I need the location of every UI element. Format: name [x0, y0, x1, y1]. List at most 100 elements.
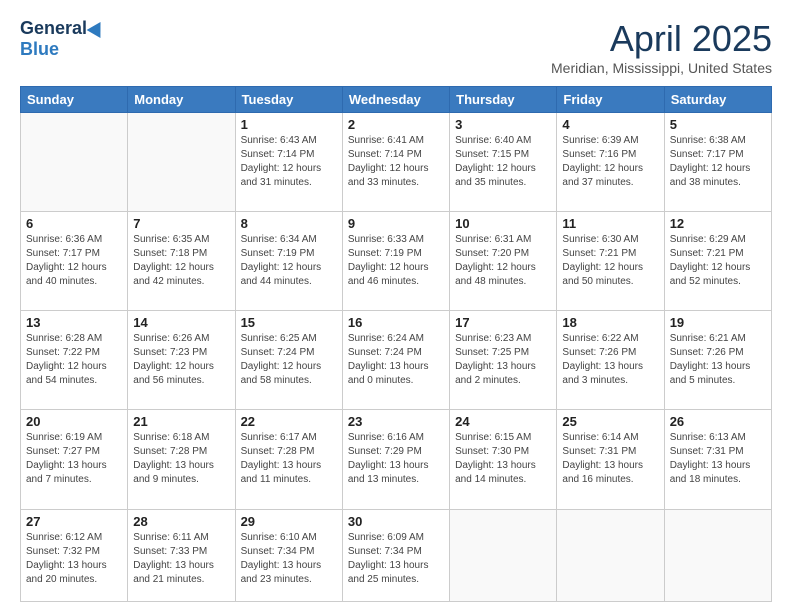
- calendar-day-cell: 18 Sunrise: 6:22 AM Sunset: 7:26 PM Dayli…: [557, 311, 664, 410]
- day-info: Sunrise: 6:19 AM Sunset: 7:27 PM Dayligh…: [26, 431, 122, 487]
- day-info: Sunrise: 6:41 AM Sunset: 7:14 PM Dayligh…: [348, 134, 444, 190]
- day-number: 13: [26, 315, 122, 330]
- calendar-day-cell: [21, 113, 128, 212]
- day-info: Sunrise: 6:22 AM Sunset: 7:26 PM Dayligh…: [562, 332, 658, 388]
- day-info: Sunrise: 6:13 AM Sunset: 7:31 PM Dayligh…: [670, 431, 766, 487]
- day-info: Sunrise: 6:40 AM Sunset: 7:15 PM Dayligh…: [455, 134, 551, 190]
- calendar-week-row: 6Sunrise: 6:36 AM Sunset: 7:17 PM Daylig…: [21, 212, 772, 311]
- day-number: 5: [670, 117, 766, 132]
- day-info: Sunrise: 6:25 AM Sunset: 7:24 PM Dayligh…: [241, 332, 337, 388]
- day-number: 17: [455, 315, 551, 330]
- day-number: 7: [133, 216, 229, 231]
- main-title: April 2025: [551, 18, 772, 60]
- day-number: 26: [670, 414, 766, 429]
- day-number: 23: [348, 414, 444, 429]
- calendar-day-cell: 4 Sunrise: 6:39 AM Sunset: 7:16 PM Daylig…: [557, 113, 664, 212]
- calendar-day-cell: 16 Sunrise: 6:24 AM Sunset: 7:24 PM Dayli…: [342, 311, 449, 410]
- calendar-day-cell: 15 Sunrise: 6:25 AM Sunset: 7:24 PM Dayli…: [235, 311, 342, 410]
- calendar-day-cell: 23 Sunrise: 6:16 AM Sunset: 7:29 PM Dayli…: [342, 410, 449, 509]
- calendar-day-cell: 2 Sunrise: 6:41 AM Sunset: 7:14 PM Daylig…: [342, 113, 449, 212]
- day-number: 11: [562, 216, 658, 231]
- logo-general-text: General: [20, 18, 87, 39]
- calendar-day-cell: 11Sunrise: 6:30 AM Sunset: 7:21 PM Dayli…: [557, 212, 664, 311]
- day-info: Sunrise: 6:18 AM Sunset: 7:28 PM Dayligh…: [133, 431, 229, 487]
- day-number: 25: [562, 414, 658, 429]
- calendar-day-header: Sunday: [21, 87, 128, 113]
- logo-triangle-icon: [87, 17, 108, 37]
- day-number: 10: [455, 216, 551, 231]
- calendar-day-cell: 12 Sunrise: 6:29 AM Sunset: 7:21 PM Dayli…: [664, 212, 771, 311]
- calendar-day-cell: 28Sunrise: 6:11 AM Sunset: 7:33 PM Dayli…: [128, 509, 235, 601]
- calendar-day-cell: 13 Sunrise: 6:28 AM Sunset: 7:22 PM Dayli…: [21, 311, 128, 410]
- day-number: 28: [133, 514, 229, 529]
- day-number: 27: [26, 514, 122, 529]
- day-info: Sunrise: 6:39 AM Sunset: 7:16 PM Dayligh…: [562, 134, 658, 190]
- calendar-day-cell: [664, 509, 771, 601]
- calendar-week-row: 20 Sunrise: 6:19 AM Sunset: 7:27 PM Dayli…: [21, 410, 772, 509]
- day-info: Sunrise: 6:12 AM Sunset: 7:32 PM Dayligh…: [26, 531, 122, 587]
- calendar-day-cell: 20 Sunrise: 6:19 AM Sunset: 7:27 PM Dayli…: [21, 410, 128, 509]
- day-info: Sunrise: 6:16 AM Sunset: 7:29 PM Dayligh…: [348, 431, 444, 487]
- calendar-header-row: SundayMondayTuesdayWednesdayThursdayFrid…: [21, 87, 772, 113]
- day-info: Sunrise: 6:26 AM Sunset: 7:23 PM Dayligh…: [133, 332, 229, 388]
- day-number: 1: [241, 117, 337, 132]
- day-info: Sunrise: 6:29 AM Sunset: 7:21 PM Dayligh…: [670, 233, 766, 289]
- day-number: 30: [348, 514, 444, 529]
- calendar-day-cell: 6Sunrise: 6:36 AM Sunset: 7:17 PM Daylig…: [21, 212, 128, 311]
- day-number: 3: [455, 117, 551, 132]
- day-info: Sunrise: 6:09 AM Sunset: 7:34 PM Dayligh…: [348, 531, 444, 587]
- calendar-day-cell: 10 Sunrise: 6:31 AM Sunset: 7:20 PM Dayli…: [450, 212, 557, 311]
- day-number: 16: [348, 315, 444, 330]
- day-number: 21: [133, 414, 229, 429]
- day-info: Sunrise: 6:28 AM Sunset: 7:22 PM Dayligh…: [26, 332, 122, 388]
- day-number: 22: [241, 414, 337, 429]
- day-number: 2: [348, 117, 444, 132]
- calendar-day-cell: 30 Sunrise: 6:09 AM Sunset: 7:34 PM Dayli…: [342, 509, 449, 601]
- day-info: Sunrise: 6:21 AM Sunset: 7:26 PM Dayligh…: [670, 332, 766, 388]
- calendar-day-cell: 21 Sunrise: 6:18 AM Sunset: 7:28 PM Dayli…: [128, 410, 235, 509]
- day-number: 18: [562, 315, 658, 330]
- day-number: 4: [562, 117, 658, 132]
- calendar-day-cell: [450, 509, 557, 601]
- calendar-week-row: 27 Sunrise: 6:12 AM Sunset: 7:32 PM Dayli…: [21, 509, 772, 601]
- calendar-day-cell: 17 Sunrise: 6:23 AM Sunset: 7:25 PM Dayli…: [450, 311, 557, 410]
- day-info: Sunrise: 6:23 AM Sunset: 7:25 PM Dayligh…: [455, 332, 551, 388]
- page: General Blue April 2025 Meridian, Missis…: [0, 0, 792, 612]
- day-number: 20: [26, 414, 122, 429]
- day-info: Sunrise: 6:15 AM Sunset: 7:30 PM Dayligh…: [455, 431, 551, 487]
- day-info: Sunrise: 6:10 AM Sunset: 7:34 PM Dayligh…: [241, 531, 337, 587]
- day-info: Sunrise: 6:36 AM Sunset: 7:17 PM Dayligh…: [26, 233, 122, 289]
- subtitle: Meridian, Mississippi, United States: [551, 60, 772, 76]
- day-info: Sunrise: 6:38 AM Sunset: 7:17 PM Dayligh…: [670, 134, 766, 190]
- logo: General Blue: [20, 18, 105, 60]
- calendar-day-cell: 3 Sunrise: 6:40 AM Sunset: 7:15 PM Daylig…: [450, 113, 557, 212]
- day-number: 19: [670, 315, 766, 330]
- day-number: 15: [241, 315, 337, 330]
- day-info: Sunrise: 6:31 AM Sunset: 7:20 PM Dayligh…: [455, 233, 551, 289]
- calendar-day-cell: 7Sunrise: 6:35 AM Sunset: 7:18 PM Daylig…: [128, 212, 235, 311]
- calendar-day-cell: 5 Sunrise: 6:38 AM Sunset: 7:17 PM Daylig…: [664, 113, 771, 212]
- header: General Blue April 2025 Meridian, Missis…: [20, 18, 772, 76]
- day-number: 29: [241, 514, 337, 529]
- day-number: 9: [348, 216, 444, 231]
- day-number: 8: [241, 216, 337, 231]
- calendar-day-cell: 29 Sunrise: 6:10 AM Sunset: 7:34 PM Dayli…: [235, 509, 342, 601]
- calendar-day-cell: 19 Sunrise: 6:21 AM Sunset: 7:26 PM Dayli…: [664, 311, 771, 410]
- calendar-day-cell: 25Sunrise: 6:14 AM Sunset: 7:31 PM Dayli…: [557, 410, 664, 509]
- calendar-week-row: 1Sunrise: 6:43 AM Sunset: 7:14 PM Daylig…: [21, 113, 772, 212]
- calendar-day-cell: 22Sunrise: 6:17 AM Sunset: 7:28 PM Dayli…: [235, 410, 342, 509]
- day-number: 12: [670, 216, 766, 231]
- logo-blue-text: Blue: [20, 39, 59, 60]
- calendar-day-header: Wednesday: [342, 87, 449, 113]
- calendar-day-cell: 9Sunrise: 6:33 AM Sunset: 7:19 PM Daylig…: [342, 212, 449, 311]
- day-info: Sunrise: 6:24 AM Sunset: 7:24 PM Dayligh…: [348, 332, 444, 388]
- calendar-day-header: Monday: [128, 87, 235, 113]
- calendar-week-row: 13 Sunrise: 6:28 AM Sunset: 7:22 PM Dayli…: [21, 311, 772, 410]
- calendar-day-cell: 24Sunrise: 6:15 AM Sunset: 7:30 PM Dayli…: [450, 410, 557, 509]
- calendar-day-cell: [128, 113, 235, 212]
- calendar-day-header: Tuesday: [235, 87, 342, 113]
- day-info: Sunrise: 6:34 AM Sunset: 7:19 PM Dayligh…: [241, 233, 337, 289]
- calendar-day-cell: 26 Sunrise: 6:13 AM Sunset: 7:31 PM Dayli…: [664, 410, 771, 509]
- calendar-table: SundayMondayTuesdayWednesdayThursdayFrid…: [20, 86, 772, 602]
- calendar-day-cell: 27 Sunrise: 6:12 AM Sunset: 7:32 PM Dayli…: [21, 509, 128, 601]
